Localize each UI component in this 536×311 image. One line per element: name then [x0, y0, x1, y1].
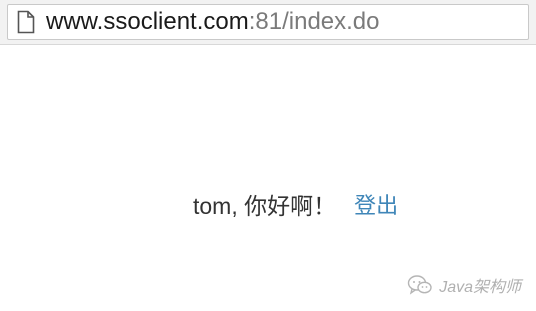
logout-link[interactable]: 登出	[354, 188, 398, 220]
page-content: tom, 你好啊！ 登出 Java架构师	[0, 45, 536, 311]
greeting-text: tom, 你好啊！	[193, 193, 337, 219]
browser-toolbar: www.ssoclient.com:81/index.do	[0, 0, 536, 45]
address-bar[interactable]: www.ssoclient.com:81/index.do	[7, 4, 529, 40]
wechat-icon	[407, 275, 432, 295]
url-text[interactable]: www.ssoclient.com:81/index.do	[46, 10, 380, 34]
page-icon	[15, 9, 37, 35]
greeting-row: tom, 你好啊！ 登出	[193, 187, 398, 221]
url-path: :81/index.do	[248, 8, 380, 35]
watermark: Java架构师	[407, 273, 521, 297]
watermark-text: Java架构师	[439, 279, 521, 296]
url-host: www.ssoclient.com	[46, 8, 249, 35]
